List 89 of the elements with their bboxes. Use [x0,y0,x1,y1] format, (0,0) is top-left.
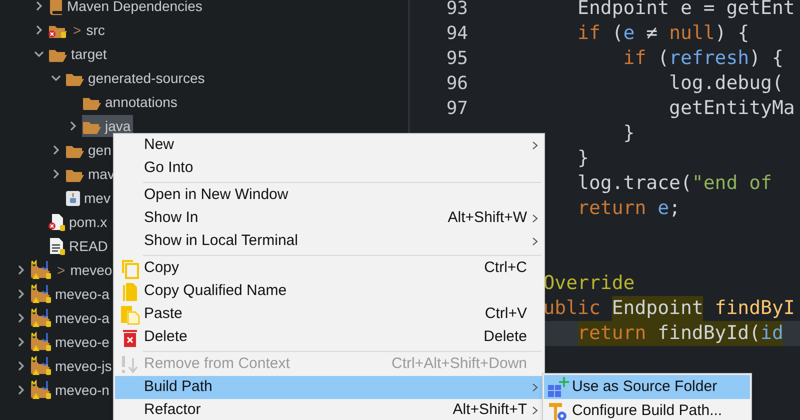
document-icon [122,282,138,302]
project-folder-icon [30,380,52,400]
book-icon [48,0,64,14]
chevron-right-icon[interactable] [51,169,61,179]
tree-label: pom.x [69,215,108,229]
tree-label: target [71,47,107,61]
menu-item[interactable]: Configure Build Path... [544,399,750,420]
code-line: } [576,146,590,171]
menu-item[interactable]: Copy Qualified Name [115,280,543,303]
tree-label: Maven Dependencies [67,0,202,13]
project-folder-icon [30,356,52,376]
tree-label: mev [84,191,110,205]
menu-item[interactable]: Build Path [115,376,543,399]
file-icon [65,190,81,206]
trash-icon [122,328,138,348]
project-folder-icon [30,332,52,352]
chevron-right-icon[interactable] [16,265,26,275]
chevron-down-icon[interactable] [34,49,44,59]
tree-item[interactable]: pom.x [48,211,110,233]
tree-label: meveo-a [55,311,110,325]
tree-item[interactable]: meveo-e [30,331,112,353]
change-marker: > [72,20,82,40]
line-number: 97 [446,98,468,119]
chevron-right-icon[interactable] [16,289,26,299]
chevron-right-icon[interactable] [51,145,61,155]
tree-item[interactable]: gen [65,139,114,161]
tree-item[interactable]: annotations [82,91,180,113]
tree-item[interactable]: target [48,43,109,65]
tree-item[interactable]: meveo-n [30,379,112,401]
tree-item[interactable]: READ [48,235,110,257]
change-marker: > [56,260,66,280]
tree-label: meveo-js [55,359,112,373]
chevron-right-icon[interactable] [16,361,26,371]
line-number: 94 [446,23,468,44]
tree-item[interactable]: meveo-js [30,355,114,377]
project-folder-icon [30,308,52,328]
tree-item[interactable]: generated-sources [65,67,207,89]
tree-label: meveo-n [55,383,110,397]
code-line: log.debug( [668,71,784,96]
menu-item[interactable]: Refactor Alt+Shift+T [115,399,543,420]
project-folder-icon [30,284,52,304]
chevron-right-icon[interactable] [68,121,78,131]
menu-item[interactable]: Show in Local Terminal [115,230,543,253]
paste-icon [120,304,140,324]
tree-item[interactable]: meveo-a [30,283,112,305]
grid-plus-icon [547,376,569,398]
tree-item[interactable]: > src [48,19,107,41]
menu-item[interactable]: New [115,134,543,157]
tree-label: meveo [70,263,112,277]
code-line: Override [542,271,636,296]
chevron-right-icon[interactable] [34,25,44,35]
menu-item[interactable]: Copy Ctrl+C [115,257,543,280]
chevron-right-icon[interactable] [16,385,26,395]
menu-item[interactable]: Go Into [115,157,543,180]
tree-item[interactable]: Maven Dependencies [48,0,204,17]
code-line: log.trace("end of [576,171,773,196]
tree-item[interactable]: meveo-a [30,307,112,329]
line-number: 95 [446,48,468,69]
tree-label: READ [69,239,108,253]
code-line: } [622,121,636,146]
tree-item[interactable]: > meveo [30,259,114,281]
chevron-right-icon[interactable] [34,1,44,11]
tree-item[interactable]: java [82,115,133,137]
menu-item[interactable]: Show In Alt+Shift+W [115,207,543,230]
copy-icon [120,258,138,278]
code-line: getEntityMa [668,96,796,121]
chevron-down-icon[interactable] [51,73,61,83]
tree-label: src [86,23,105,37]
tree-label: java [105,119,131,133]
project-folder-icon [30,260,52,280]
tree-label: mav [88,167,114,181]
line-number: 96 [446,73,468,94]
tree-label: generated-sources [88,71,205,85]
tree-label: gen [88,143,112,157]
menu-item[interactable]: Use as Source Folder [544,375,750,399]
tree-label: meveo-e [55,335,110,349]
tree-item[interactable]: mav [65,163,116,185]
tree-label: annotations [105,95,178,109]
chevron-right-icon[interactable] [16,313,26,323]
code-line: if (e ≠ null) { [576,21,750,46]
file-error-icon [48,213,66,231]
tree-label: meveo-a [55,287,110,301]
remove-context-icon [120,354,140,374]
document-icon [48,237,66,255]
menu-item[interactable]: Open in New Window [115,184,543,207]
tree-item[interactable]: mev [65,187,112,209]
chevron-right-icon[interactable] [16,337,26,347]
line-number: 93 [446,0,468,19]
code-line: if (refresh) { [622,46,784,71]
